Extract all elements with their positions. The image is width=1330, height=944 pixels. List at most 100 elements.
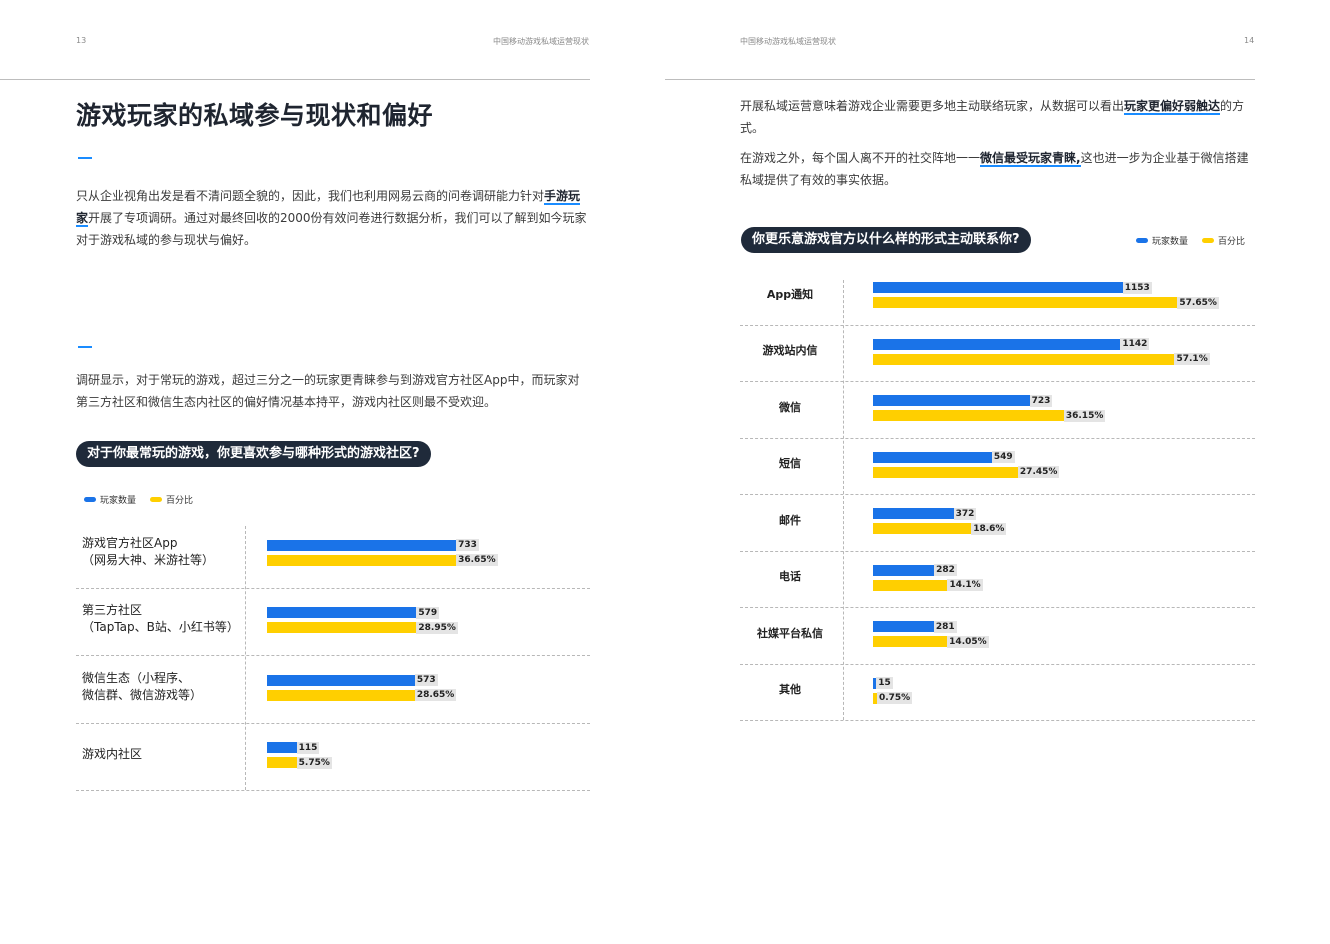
chart-row: 邮件 372 18.6% [740, 494, 1255, 552]
chart-row: 游戏官方社区App （网易大神、米游社等） 733 36.65% [76, 520, 590, 589]
legend-percent: 百分比 [150, 493, 193, 506]
bar-percent [873, 466, 1018, 478]
category-label-line: 游戏官方社区App [82, 535, 178, 550]
category-label: 游戏内社区 [82, 746, 242, 763]
section-dash [78, 157, 92, 159]
legend-percent: 百分比 [1202, 234, 1245, 247]
wechat-text-a: 在游戏之外，每个国人离不开的社交阵地一一 [740, 151, 981, 165]
bar-percent [267, 689, 415, 701]
value-label-count: 549 [991, 451, 1015, 464]
running-header: 中国移动游戏私域运营现状 [493, 37, 589, 46]
value-label-percent: 14.05% [947, 635, 989, 648]
value-label-count: 372 [953, 507, 977, 520]
legend-swatch-percent [1202, 238, 1215, 243]
bar-percent [873, 410, 1064, 422]
category-label-line: 微信 [779, 400, 801, 414]
category-label-line: 电话 [779, 570, 801, 584]
category-label-line: 短信 [779, 457, 801, 471]
category-label-line: （网易大神、米游社等） [82, 552, 215, 567]
category-label-line: 邮件 [779, 513, 801, 527]
bar-player-count [267, 539, 457, 551]
category-label: 第三方社区 （TapTap、B站、小红书等） [82, 602, 242, 636]
chart-row: 其他 15 0.75% [740, 664, 1255, 721]
value-label-percent: 14.1% [947, 579, 983, 592]
chart-row: App通知 1153 57.65% [740, 268, 1255, 326]
value-label-count: 1142 [1120, 338, 1150, 351]
intro-text-a: 只从企业视角出发是看不清问题全貌的，因此，我们也利用网易云商的问卷调研能力针对 [76, 189, 545, 203]
page-title: 游戏玩家的私域参与现状和偏好 [76, 101, 434, 130]
value-label-percent: 27.45% [1017, 466, 1060, 479]
page-number: 13 [76, 36, 87, 45]
bar-percent [267, 622, 417, 634]
highlight-mobile-players-1: 手游玩 [544, 189, 581, 205]
bar-player-count [873, 451, 992, 463]
contact-preference-chart: App通知 1153 57.65% 游戏站内信 1142 57.1% 微信 723 36.15%… [740, 268, 1255, 721]
bar-player-count [267, 607, 417, 619]
category-label-line: 微信群、微信游戏等） [82, 687, 203, 702]
contact-text-a: 开展私域运营意味着游戏企业需要更多地主动联络玩家，从数据可以看出 [740, 99, 1125, 113]
findings-paragraph: 调研显示，对于常玩的游戏，超过三分之一的玩家更青睐参与到游戏官方社区App中，而… [76, 373, 580, 409]
page-number-right: 14 [1244, 36, 1255, 45]
chart-title-pill-right: 你更乐意游戏官方以什么样的形式主动联系你? [741, 227, 1031, 253]
category-label: App通知 [740, 286, 840, 303]
chart-legend-right: 玩家数量 百分比 [1136, 234, 1245, 247]
chart-title-pill: 对于你最常玩的游戏，你更喜欢参与哪种形式的游戏社区? [76, 441, 431, 467]
header-rule [0, 79, 590, 80]
value-label-count: 1153 [1122, 281, 1152, 294]
chart-row: 第三方社区 （TapTap、B站、小红书等） 579 28.95% [76, 588, 590, 656]
legend-count-label: 玩家数量 [100, 496, 137, 506]
chart-row: 社媒平台私信 281 14.05% [740, 607, 1255, 665]
value-label-percent: 28.65% [414, 689, 457, 702]
category-label-line: 微信生态（小程序、 [82, 670, 191, 685]
legend-count: 玩家数量 [1136, 234, 1188, 247]
category-label: 其他 [740, 681, 840, 698]
bar-percent [873, 523, 972, 535]
value-label-count: 281 [933, 620, 957, 633]
value-label-percent: 28.95% [416, 621, 458, 634]
legend-percent-label: 百分比 [166, 496, 194, 506]
category-label-line: 游戏站内信 [762, 344, 818, 358]
intro-paragraph: 只从企业视角出发是看不清问题全貌的，因此，我们也利用网易云商的问卷调研能力针对手… [76, 185, 590, 251]
value-label-count: 15 [876, 677, 893, 690]
bar-player-count [873, 338, 1121, 350]
highlight-weak-reach: 玩家更偏好弱触达 [1124, 99, 1221, 115]
bar-player-count [267, 674, 415, 686]
category-label-line: 社媒平台私信 [757, 626, 823, 640]
chart-row: 微信 723 36.15% [740, 381, 1255, 439]
value-label-count: 579 [416, 606, 440, 619]
category-label-line: 第三方社区 [82, 603, 143, 618]
wechat-paragraph: 在游戏之外，每个国人离不开的社交阵地一一微信最受玩家青睐,这也进一步为企业基于微… [740, 147, 1255, 191]
value-label-count: 573 [414, 674, 438, 687]
category-label-line: （TapTap、B站、小红书等） [82, 620, 239, 635]
value-label-count: 723 [1029, 394, 1053, 407]
legend-swatch-count [1136, 238, 1148, 243]
value-label-percent: 5.75% [296, 756, 332, 769]
value-label-count: 733 [456, 539, 479, 552]
category-label-line: 游戏内社区 [82, 746, 143, 761]
chart-row: 微信生态（小程序、 微信群、微信游戏等） 573 28.65% [76, 655, 590, 724]
bar-player-count [873, 508, 954, 520]
community-preference-chart: 游戏官方社区App （网易大神、米游社等） 733 36.65% 第三方社区 （TapTa… [76, 520, 590, 791]
chart-row: 游戏站内信 1142 57.1% [740, 325, 1255, 382]
bar-percent [873, 579, 948, 591]
category-label: 微信 [740, 399, 840, 416]
intro-text-b: 开展了专项调研。通过对最终回收的2000份有效问卷进行数据分析，我们可以了解到如… [76, 211, 587, 247]
bar-player-count [873, 621, 934, 633]
highlight-mobile-players-2: 家 [76, 211, 89, 227]
legend-swatch-percent [150, 497, 163, 502]
category-label: 游戏官方社区App （网易大神、米游社等） [82, 535, 242, 569]
bar-percent [873, 636, 948, 648]
highlight-wechat: 微信最受玩家青睐, [980, 151, 1081, 167]
legend-swatch-count [84, 497, 96, 502]
bar-player-count [873, 282, 1123, 294]
header-rule-right [665, 79, 1255, 80]
category-label: 微信生态（小程序、 微信群、微信游戏等） [82, 670, 242, 704]
category-label: 游戏站内信 [740, 342, 840, 359]
category-label: 邮件 [740, 512, 840, 529]
chart-legend: 玩家数量 百分比 [84, 493, 193, 506]
value-label-count: 282 [934, 564, 957, 577]
chart-row: 电话 282 14.1% [740, 551, 1255, 608]
category-label: 电话 [740, 568, 840, 585]
category-label: 社媒平台私信 [740, 625, 840, 642]
chart-row: 游戏内社区 115 5.75% [76, 723, 590, 791]
